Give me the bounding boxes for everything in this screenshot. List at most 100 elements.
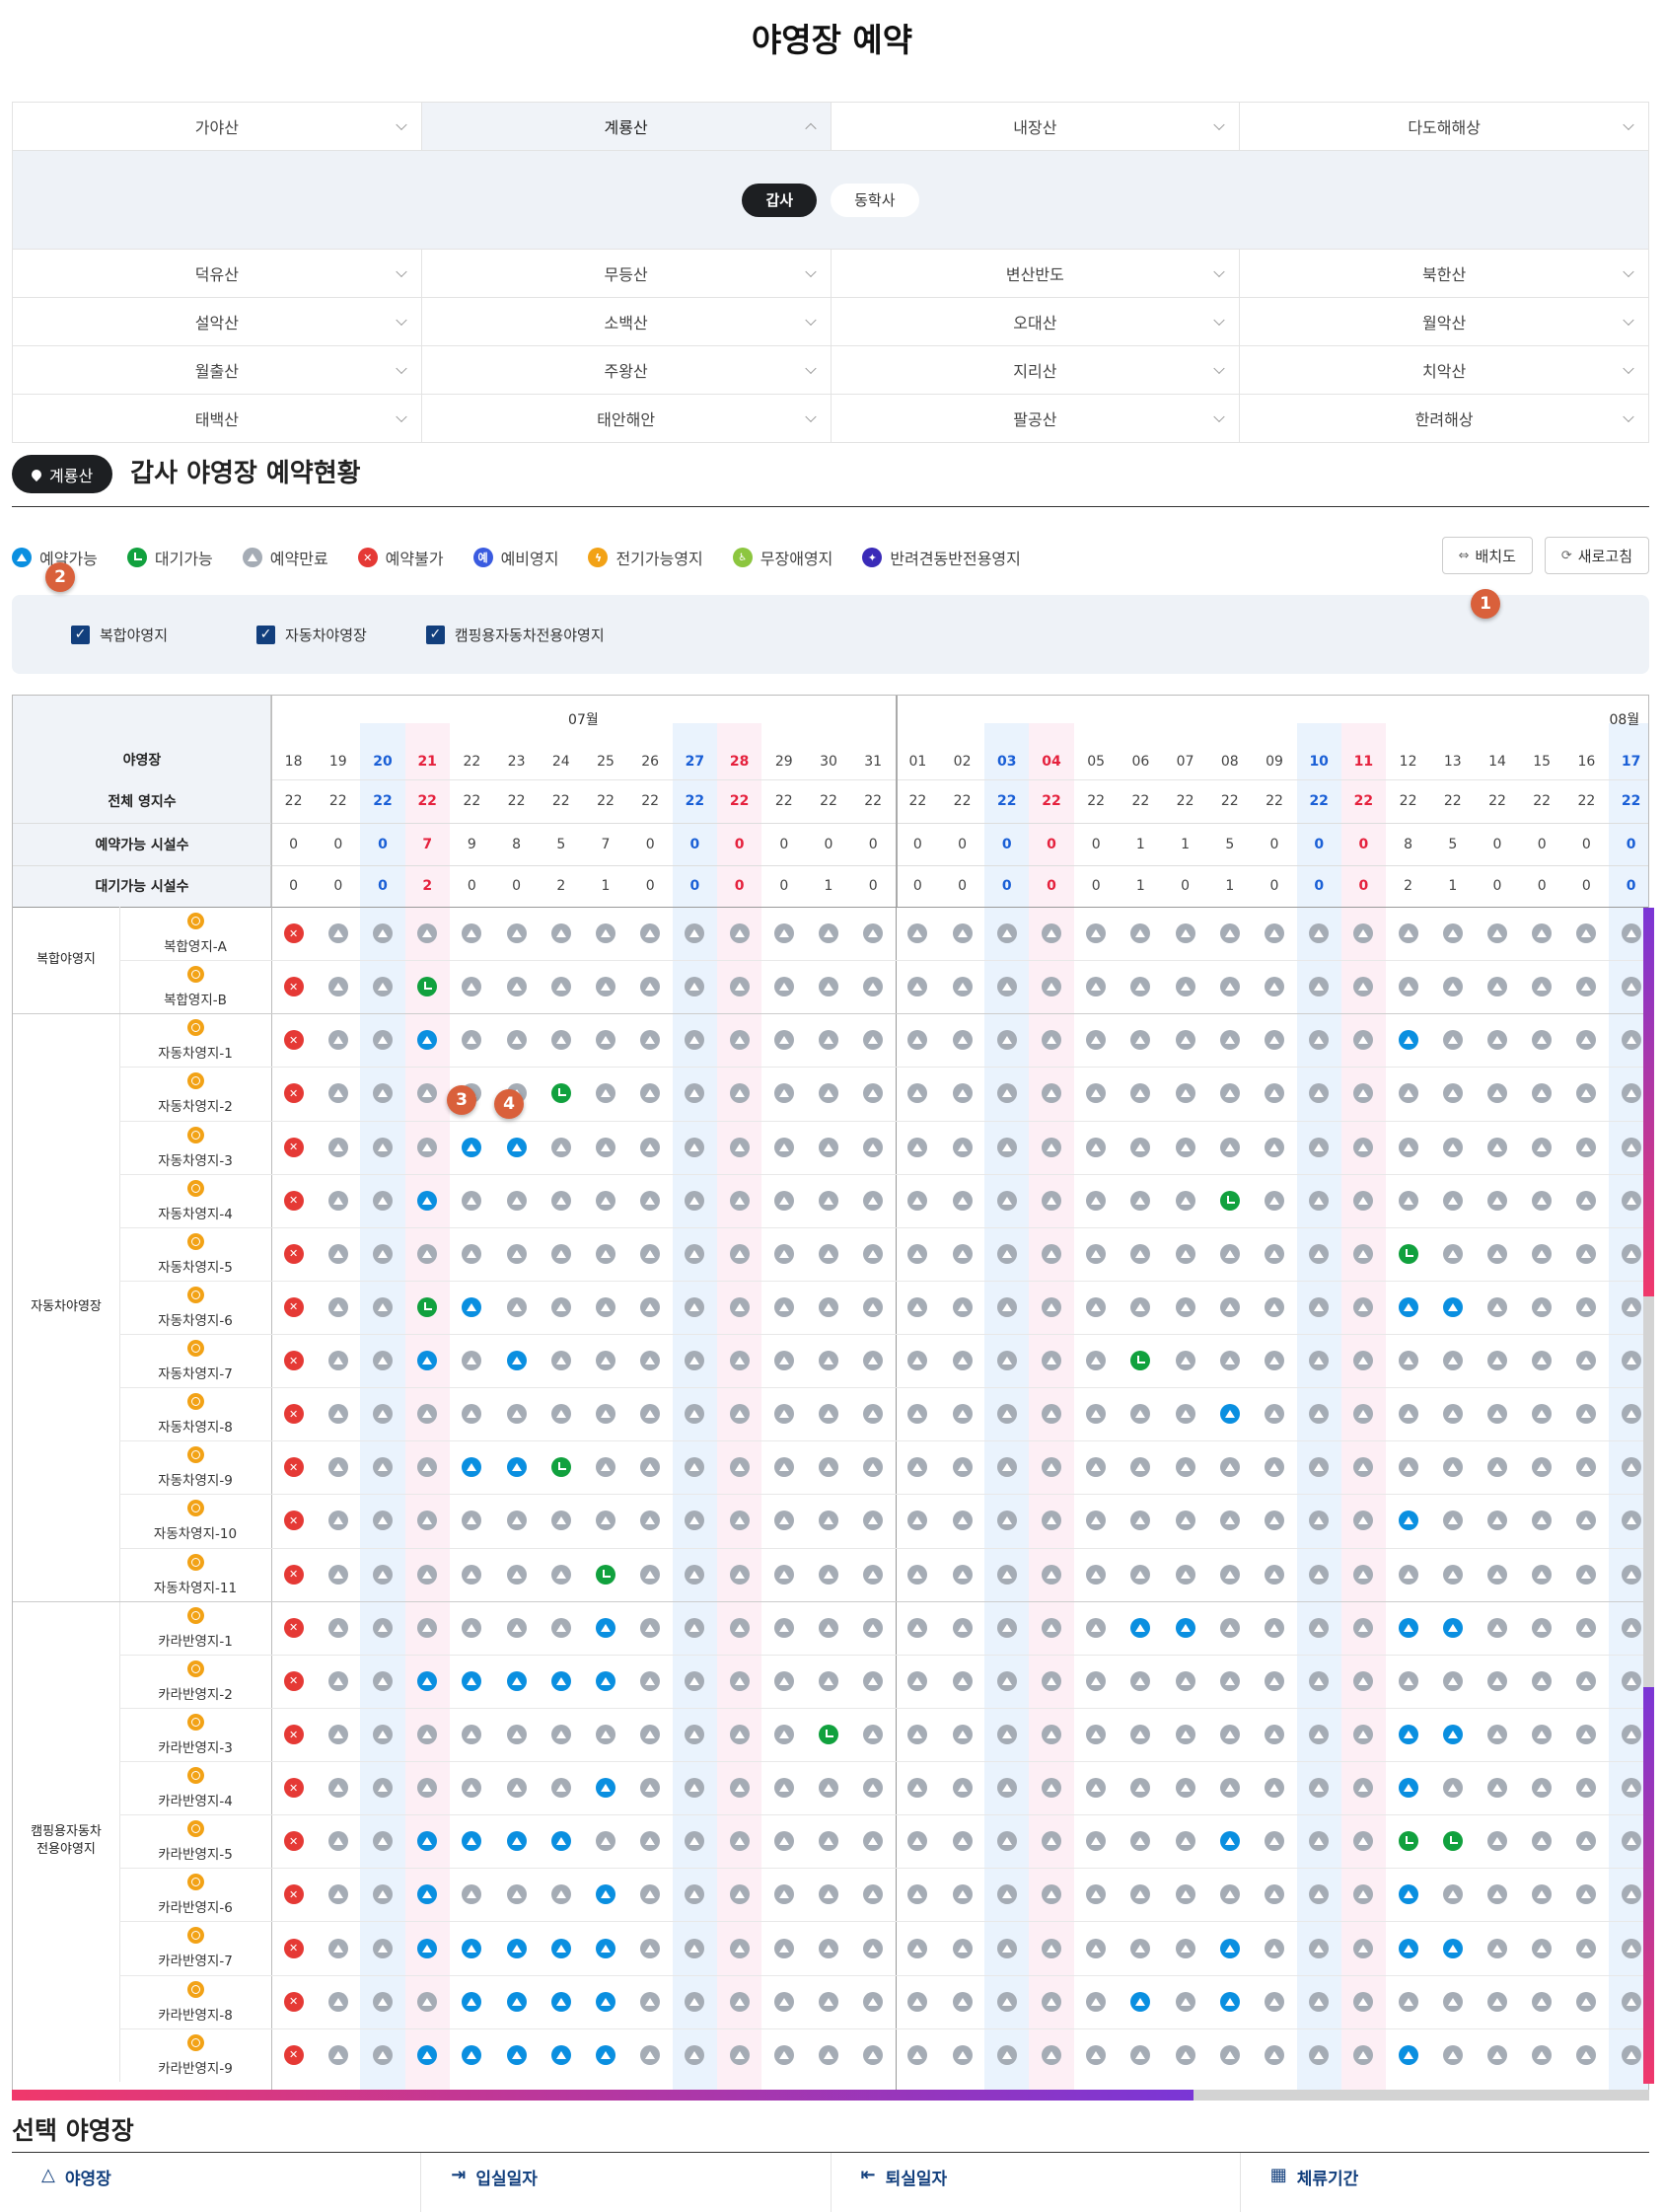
available-cell-icon[interactable] xyxy=(596,1778,615,1799)
available-cell-icon[interactable] xyxy=(506,1938,527,1958)
mountain-tab-월악산[interactable]: 월악산 xyxy=(1240,298,1649,345)
available-cell-icon[interactable] xyxy=(1219,1938,1240,1958)
waiting-cell-icon[interactable] xyxy=(596,1564,615,1585)
available-cell-icon[interactable] xyxy=(1442,1296,1463,1317)
mountain-tab-월출산[interactable]: 월출산 xyxy=(12,346,422,394)
checkbox-checked-icon[interactable]: ✓ xyxy=(71,625,90,644)
available-cell-icon[interactable] xyxy=(506,1670,527,1691)
filter-checkbox-1[interactable]: ✓ 자동차야영장 xyxy=(256,625,367,645)
site-label[interactable]: 카라반영지-4 xyxy=(119,1787,271,1812)
mountain-tab-소백산[interactable]: 소백산 xyxy=(422,298,832,345)
site-label[interactable]: 자동차영지-8 xyxy=(119,1413,271,1438)
mountain-tab-한려해상[interactable]: 한려해상 xyxy=(1240,395,1649,442)
available-cell-icon[interactable] xyxy=(550,1938,571,1958)
site-label[interactable]: 자동차영지-1 xyxy=(119,1039,271,1065)
horizontal-scroll-thumb[interactable] xyxy=(12,2090,1194,2101)
available-cell-icon[interactable] xyxy=(1130,1617,1151,1638)
available-cell-icon[interactable] xyxy=(1442,1725,1463,1744)
mountain-tab-변산반도[interactable]: 변산반도 xyxy=(832,250,1241,297)
available-cell-icon[interactable] xyxy=(550,2044,571,2065)
checkbox-checked-icon[interactable]: ✓ xyxy=(425,625,445,644)
waiting-cell-icon[interactable] xyxy=(1398,1831,1418,1852)
available-cell-icon[interactable] xyxy=(596,1617,615,1638)
mountain-tab-설악산[interactable]: 설악산 xyxy=(12,298,422,345)
available-cell-icon[interactable] xyxy=(462,2044,482,2065)
mountain-tab-태백산[interactable]: 태백산 xyxy=(12,395,422,442)
available-cell-icon[interactable] xyxy=(596,1884,615,1905)
mountain-tab-지리산[interactable]: 지리산 xyxy=(832,346,1241,394)
available-cell-icon[interactable] xyxy=(1398,1725,1418,1744)
mountain-tab-팔공산[interactable]: 팔공산 xyxy=(832,395,1241,442)
sub-site-pill-갑사[interactable]: 갑사 xyxy=(742,183,818,217)
site-label[interactable]: 복합영지-B xyxy=(119,986,271,1011)
mountain-tab-덕유산[interactable]: 덕유산 xyxy=(12,250,422,297)
site-label[interactable]: 카라반영지-6 xyxy=(119,1893,271,1919)
available-cell-icon[interactable] xyxy=(462,1296,482,1317)
waiting-cell-icon[interactable] xyxy=(550,1083,571,1104)
available-cell-icon[interactable] xyxy=(1398,1617,1418,1638)
available-cell-icon[interactable] xyxy=(462,1137,482,1157)
available-cell-icon[interactable] xyxy=(1130,1991,1151,2012)
mountain-tab-태안해안[interactable]: 태안해안 xyxy=(422,395,832,442)
available-cell-icon[interactable] xyxy=(462,1457,482,1478)
vertical-scrollbar[interactable] xyxy=(1643,908,1654,2084)
available-cell-icon[interactable] xyxy=(1398,1938,1418,1958)
available-cell-icon[interactable] xyxy=(462,1831,482,1852)
site-label[interactable]: 카라반영지-2 xyxy=(119,1680,271,1706)
site-label[interactable]: 자동차영지-6 xyxy=(119,1306,271,1332)
mountain-tab-무등산[interactable]: 무등산 xyxy=(422,250,832,297)
mountain-tab-주왕산[interactable]: 주왕산 xyxy=(422,346,832,394)
available-cell-icon[interactable] xyxy=(550,1670,571,1691)
map-button[interactable]: ⇔ 배치도 xyxy=(1441,537,1533,574)
site-label[interactable]: 자동차영지-9 xyxy=(119,1466,271,1492)
mountain-tab-가야산[interactable]: 가야산 xyxy=(12,103,422,150)
available-cell-icon[interactable] xyxy=(596,1938,615,1958)
sub-site-pill-동학사[interactable]: 동학사 xyxy=(831,183,919,217)
waiting-cell-icon[interactable] xyxy=(1130,1351,1151,1371)
available-cell-icon[interactable] xyxy=(506,1137,527,1157)
site-label[interactable]: 카라반영지-3 xyxy=(119,1733,271,1759)
site-label[interactable]: 카라반영지-9 xyxy=(119,2054,271,2080)
filter-checkbox-2[interactable]: ✓ 캠핑용자동차전용야영지 xyxy=(425,625,605,645)
mountain-tab-오대산[interactable]: 오대산 xyxy=(832,298,1241,345)
available-cell-icon[interactable] xyxy=(506,1831,527,1852)
available-cell-icon[interactable] xyxy=(506,1991,527,2012)
available-cell-icon[interactable] xyxy=(1398,1884,1418,1905)
available-cell-icon[interactable] xyxy=(417,1938,438,1958)
filter-checkbox-0[interactable]: ✓ 복합야영지 xyxy=(71,625,168,645)
available-cell-icon[interactable] xyxy=(1219,1831,1240,1852)
available-cell-icon[interactable] xyxy=(1219,1991,1240,2012)
horizontal-scrollbar[interactable] xyxy=(12,2090,1649,2101)
available-cell-icon[interactable] xyxy=(1398,1030,1418,1051)
available-cell-icon[interactable] xyxy=(506,2044,527,2065)
available-cell-icon[interactable] xyxy=(1398,2044,1418,2065)
available-cell-icon[interactable] xyxy=(596,2044,615,2065)
site-label[interactable]: 복합영지-A xyxy=(119,932,271,958)
waiting-cell-icon[interactable] xyxy=(550,1457,571,1478)
mountain-tab-치악산[interactable]: 치악산 xyxy=(1240,346,1649,394)
site-label[interactable]: 자동차영지-4 xyxy=(119,1200,271,1225)
available-cell-icon[interactable] xyxy=(506,1457,527,1478)
waiting-cell-icon[interactable] xyxy=(1442,1831,1463,1852)
available-cell-icon[interactable] xyxy=(550,1831,571,1852)
available-cell-icon[interactable] xyxy=(1219,1404,1240,1425)
available-cell-icon[interactable] xyxy=(462,1991,482,2012)
mountain-tab-다도해해상[interactable]: 다도해해상 xyxy=(1240,103,1649,150)
available-cell-icon[interactable] xyxy=(417,1670,438,1691)
site-label[interactable]: 카라반영지-1 xyxy=(119,1627,271,1653)
site-label[interactable]: 카라반영지-7 xyxy=(119,1947,271,1972)
available-cell-icon[interactable] xyxy=(596,1670,615,1691)
available-cell-icon[interactable] xyxy=(462,1670,482,1691)
available-cell-icon[interactable] xyxy=(506,1351,527,1371)
waiting-cell-icon[interactable] xyxy=(1219,1190,1240,1211)
site-label[interactable]: 자동차영지-7 xyxy=(119,1360,271,1385)
checkbox-checked-icon[interactable]: ✓ xyxy=(256,625,276,644)
available-cell-icon[interactable] xyxy=(417,1190,438,1211)
mountain-tab-내장산[interactable]: 내장산 xyxy=(832,103,1241,150)
available-cell-icon[interactable] xyxy=(1442,1938,1463,1958)
site-label[interactable]: 자동차영지-2 xyxy=(119,1092,271,1118)
site-label[interactable]: 카라반영지-8 xyxy=(119,2001,271,2027)
available-cell-icon[interactable] xyxy=(596,1991,615,2012)
available-cell-icon[interactable] xyxy=(1398,1296,1418,1317)
mountain-tab-북한산[interactable]: 북한산 xyxy=(1240,250,1649,297)
